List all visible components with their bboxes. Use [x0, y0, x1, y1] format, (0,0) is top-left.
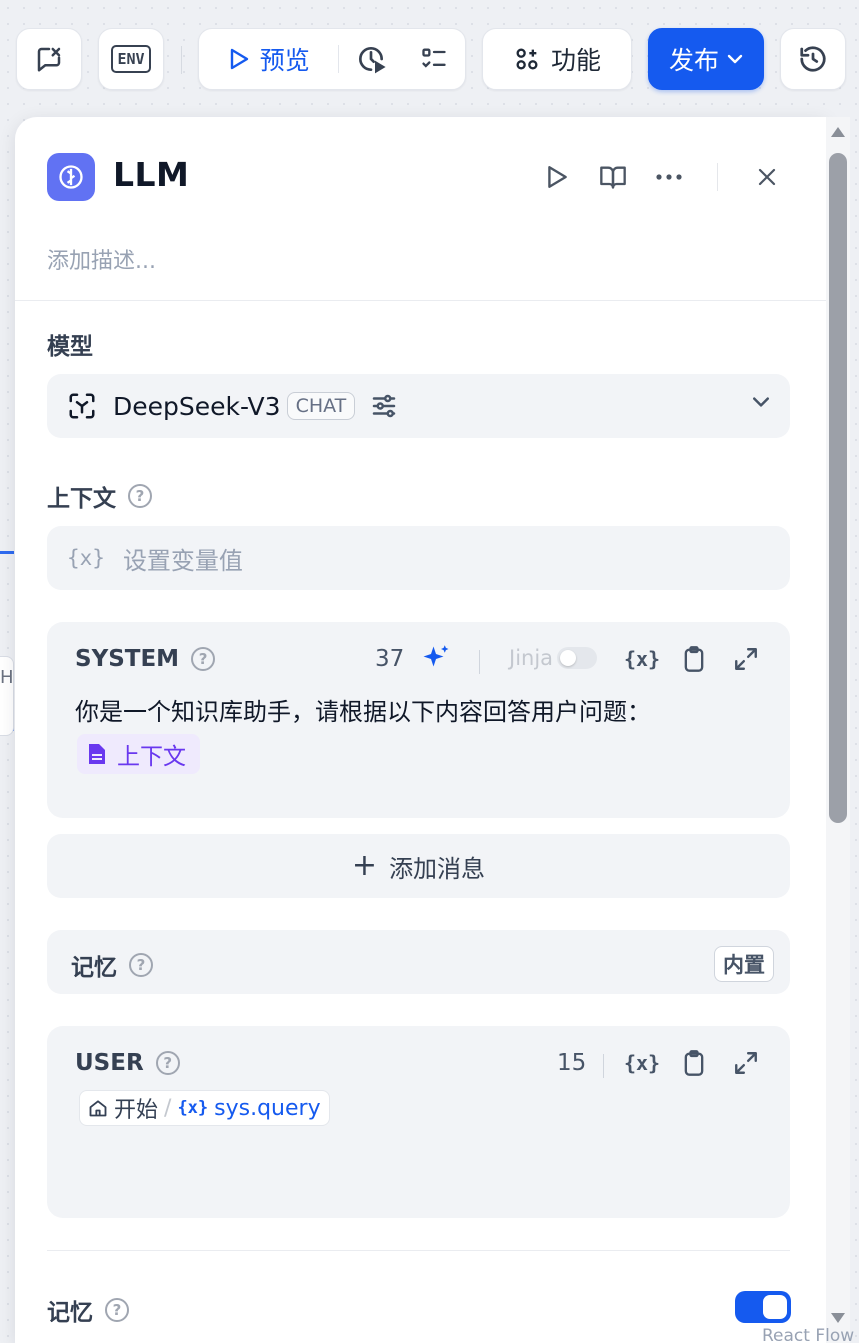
system-char-count: 37 [375, 646, 405, 672]
env-button[interactable]: ENV [98, 28, 164, 90]
path-separator: / [164, 1095, 172, 1121]
chat-checklist-icon [37, 47, 61, 72]
clipboard-icon [684, 1050, 704, 1076]
expand-button[interactable] [729, 642, 763, 676]
context-variable-chip[interactable]: 上下文 [77, 734, 200, 774]
plus-icon: + [351, 848, 378, 883]
toolbar-divider [181, 46, 182, 74]
sparkle-icon [423, 645, 449, 667]
publish-button[interactable]: 发布 [648, 28, 764, 90]
header-divider [717, 163, 718, 191]
more-button[interactable] [653, 161, 685, 193]
memory-row-label: 记忆 ? [71, 948, 153, 982]
version-history-button[interactable] [780, 28, 846, 90]
system-prompt-editor[interactable]: SYSTEM ? 37 Jinja {x} 你是一个知识库助手，请根据以下内容回… [47, 622, 790, 818]
run-node-button[interactable] [541, 161, 573, 193]
variable-icon: {x} [67, 546, 105, 570]
model-selector[interactable]: DeepSeek-V3 CHAT [47, 374, 790, 438]
play-icon [230, 48, 248, 70]
react-flow-attribution: React Flow [762, 1326, 855, 1343]
insert-variable-button[interactable]: {x} [623, 642, 661, 676]
deepseek-model-icon [69, 393, 95, 419]
section-divider [47, 1250, 790, 1251]
system-role-label: SYSTEM ? [75, 646, 216, 672]
system-prompt-text[interactable]: 你是一个知识库助手，请根据以下内容回答用户问题： [75, 692, 651, 727]
copy-button[interactable] [677, 1046, 711, 1080]
node-title[interactable]: LLM [113, 155, 189, 194]
user-role-label: USER ? [75, 1050, 180, 1076]
history-icon [800, 46, 826, 72]
memory-section-label: 记忆 ? [47, 1293, 129, 1327]
chevron-down-icon [727, 54, 743, 64]
expand-button[interactable] [729, 1046, 763, 1080]
more-horizontal-icon [656, 174, 682, 180]
jinja-switch[interactable] [557, 647, 598, 669]
context-section-label: 上下文 ? [47, 479, 152, 513]
sliders-icon [373, 394, 396, 418]
variable-icon: {x} [177, 1098, 209, 1118]
jinja-toggle[interactable]: Jinja [509, 646, 598, 670]
model-section-label: 模型 [47, 334, 93, 360]
expand-icon [735, 1052, 757, 1074]
help-icon[interactable]: ? [129, 953, 153, 977]
clock-play-icon [359, 47, 386, 74]
llm-node-panel: LLM 添加描述... 模型 DeepSeek-V3 CHAT 上下文 ? {x… [15, 117, 826, 1343]
preview-tool-group: 预览 [198, 28, 466, 90]
ai-generate-button[interactable] [419, 642, 453, 676]
copy-button[interactable] [677, 642, 711, 676]
card-divider [479, 650, 480, 674]
apps-add-icon [516, 48, 538, 70]
llm-node-icon [47, 153, 95, 201]
checklist-button[interactable] [403, 29, 465, 89]
chat-check-button[interactable] [16, 28, 82, 90]
scroll-up-arrow[interactable] [831, 127, 845, 137]
context-placeholder: 设置变量值 [122, 546, 243, 575]
user-char-count: 15 [557, 1050, 587, 1076]
sys-query-variable-chip[interactable]: 开始 / {x} sys.query [79, 1090, 330, 1126]
book-open-icon [600, 166, 626, 189]
preview-button[interactable]: 预览 [199, 29, 338, 89]
play-icon [548, 166, 567, 188]
add-message-button[interactable]: + 添加消息 [47, 834, 790, 898]
builtin-badge: 内置 [714, 946, 774, 982]
scroll-thumb[interactable] [829, 153, 847, 823]
context-variable-input[interactable]: {x} 设置变量值 [47, 526, 790, 590]
help-icon[interactable]: ? [128, 484, 152, 508]
brain-icon [59, 165, 83, 189]
env-icon: ENV [111, 45, 151, 73]
user-prompt-editor[interactable]: USER ? 15 {x} 开始 / {x} sys.query [47, 1026, 790, 1218]
checklist-icon [422, 48, 446, 68]
home-icon [89, 1100, 107, 1117]
close-button[interactable] [751, 161, 783, 193]
feature-button[interactable]: 功能 [482, 28, 632, 90]
canvas-edge [0, 551, 14, 554]
memory-toggle[interactable] [735, 1291, 791, 1323]
memory-builtin-row[interactable]: 记忆 ? 内置 [47, 930, 790, 994]
insert-variable-button[interactable]: {x} [623, 1046, 661, 1080]
help-icon[interactable]: ? [105, 1298, 129, 1322]
model-params-button[interactable] [369, 391, 399, 421]
canvas-node-partial[interactable]: HA [0, 656, 14, 736]
help-icon[interactable]: ? [191, 647, 216, 671]
help-icon[interactable]: ? [155, 1051, 180, 1075]
document-icon [89, 744, 105, 764]
clipboard-icon [684, 646, 704, 672]
close-icon [758, 168, 776, 186]
run-history-button[interactable] [339, 29, 403, 89]
panel-scrollbar[interactable] [826, 117, 850, 1343]
docs-button[interactable] [597, 161, 629, 193]
scroll-down-arrow[interactable] [831, 1313, 845, 1323]
model-name: DeepSeek-V3 [113, 391, 281, 421]
description-input[interactable]: 添加描述... [47, 243, 156, 275]
variable-icon: {x} [623, 647, 661, 671]
expand-icon [735, 648, 757, 670]
header-bottom-divider [15, 300, 826, 301]
model-mode-badge: CHAT [286, 392, 356, 420]
chevron-down-icon [753, 397, 769, 407]
variable-icon: {x} [623, 1051, 661, 1075]
card-divider [603, 1054, 604, 1078]
